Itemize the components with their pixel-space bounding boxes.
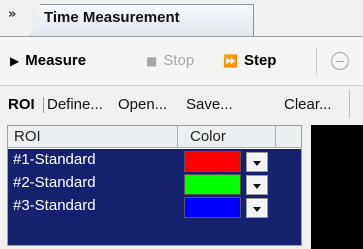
- table-row[interactable]: #1-Standard: [8, 149, 301, 172]
- column-header-color[interactable]: Color: [190, 128, 226, 145]
- step-label: Step: [243, 52, 277, 69]
- column-divider: [275, 126, 276, 148]
- tab-strip: » Time Measurement: [0, 0, 363, 37]
- measure-button[interactable]: ▶ Measure: [10, 51, 86, 71]
- stop-label: Stop: [163, 52, 195, 69]
- stop-button[interactable]: ■ Stop: [146, 51, 194, 71]
- color-swatch: [184, 174, 241, 195]
- play-icon: ▶: [10, 54, 20, 68]
- save-link[interactable]: Save...: [186, 96, 233, 113]
- open-link[interactable]: Open...: [118, 96, 167, 113]
- roi-separator: [43, 97, 44, 113]
- preview-panel: [311, 125, 363, 249]
- measure-label: Measure: [25, 52, 87, 69]
- column-header-roi[interactable]: ROI: [14, 128, 41, 145]
- stop-icon: ■: [146, 54, 158, 68]
- step-forward-icon: ⏩: [223, 54, 238, 68]
- double-chevron-down-icon[interactable]: »: [8, 5, 22, 25]
- roi-name: #3-Standard: [13, 197, 96, 214]
- roi-name: #2-Standard: [13, 174, 96, 191]
- minus-circle-icon[interactable]: [331, 52, 349, 70]
- chevron-down-icon[interactable]: [246, 175, 268, 195]
- chevron-down-icon[interactable]: [246, 152, 268, 172]
- color-swatch: [184, 197, 241, 218]
- table-row[interactable]: #3-Standard: [8, 195, 301, 218]
- step-button[interactable]: ⏩ Step: [223, 51, 276, 71]
- table-header: ROI Color: [8, 126, 301, 148]
- roi-name: #1-Standard: [13, 151, 96, 168]
- define-link[interactable]: Define...: [47, 96, 103, 113]
- table-row[interactable]: #2-Standard: [8, 172, 301, 195]
- column-divider: [177, 126, 178, 148]
- tab-title: Time Measurement: [44, 9, 180, 26]
- roi-table: ROI Color #1-Standard #2-Standard #3-Sta…: [7, 125, 302, 246]
- roi-bar-border: [0, 85, 363, 86]
- table-body: #1-Standard #2-Standard #3-Standard: [8, 149, 301, 245]
- roi-label: ROI: [8, 96, 35, 113]
- roi-bar-end: [349, 90, 350, 118]
- toolbar: ▶ Measure ■ Stop ⏩ Step: [0, 37, 363, 85]
- color-swatch: [184, 151, 241, 172]
- chevron-down-icon[interactable]: [246, 198, 268, 218]
- clear-link[interactable]: Clear...: [284, 96, 332, 113]
- toolbar-separator: [316, 47, 317, 75]
